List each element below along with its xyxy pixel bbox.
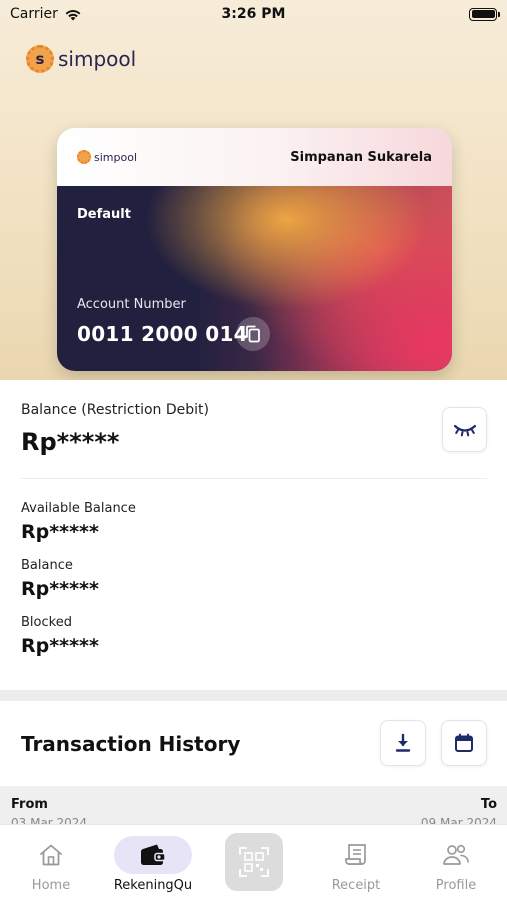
card-logo-mark [77,150,91,164]
eye-closed-icon [453,424,476,436]
card-type: Simpanan Sukarela [290,149,432,165]
balance-label: Balance [21,558,73,573]
nav-home[interactable]: Home [11,825,91,900]
nav-receipt[interactable]: Receipt [316,825,396,900]
receipt-icon [345,844,366,865]
transaction-history-header: Transaction History [0,701,507,786]
nav-receipt-label: Receipt [331,878,381,893]
carrier-label: Carrier [10,6,58,22]
qr-scan-button[interactable] [225,833,283,891]
copy-icon [246,325,260,343]
balance-section: Balance (Restriction Debit) Rp***** Avai… [0,380,507,690]
nav-profile[interactable]: Profile [416,825,496,900]
profile-icon [443,844,469,865]
blocked-label: Blocked [21,615,72,630]
nav-home-label: Home [31,878,71,893]
card-body: Default Account Number 0011 2000 014 [57,186,452,371]
account-number-label: Account Number [77,297,186,312]
card-default-label: Default [77,207,131,222]
blocked-value: Rp***** [21,635,99,657]
balance-value: Rp***** [21,578,99,600]
calendar-button[interactable] [441,720,487,766]
download-icon [395,733,411,752]
account-card[interactable]: simpool Simpanan Sukarela Default Accoun… [57,128,452,371]
nav-rekeningqu-label: RekeningQu [113,878,193,893]
nav-rekeningqu[interactable]: RekeningQu [113,825,193,900]
home-icon [40,844,62,866]
bottom-navigation: Home RekeningQu Receipt Profile [0,824,507,900]
card-brand: simpool [94,150,138,164]
from-label: From [11,797,48,812]
battery-icon [469,7,500,21]
balance-divider [21,478,487,479]
section-separator [0,690,507,701]
download-button[interactable] [380,720,426,766]
available-balance-label: Available Balance [21,501,136,516]
copy-button[interactable] [236,317,270,351]
logo-text: simpool [58,47,137,71]
restriction-balance-value: Rp***** [21,428,120,456]
status-bar: Carrier 3:26 PM [0,0,507,28]
card-header: simpool Simpanan Sukarela [57,128,452,186]
nav-profile-label: Profile [435,878,477,893]
toggle-balance-visibility-button[interactable] [442,407,487,452]
qr-code-icon [239,847,269,877]
available-balance-value: Rp***** [21,521,99,543]
card-logo: simpool [77,150,137,164]
wifi-icon [65,9,81,20]
logo-mark: s [26,45,54,73]
wallet-icon [141,844,166,865]
app-logo: s simpool [26,45,136,73]
calendar-icon [455,733,473,752]
account-number: 0011 2000 014 [77,322,248,346]
to-label: To [480,797,497,812]
transaction-history-title: Transaction History [21,732,241,756]
restriction-balance-label: Balance (Restriction Debit) [21,402,209,418]
